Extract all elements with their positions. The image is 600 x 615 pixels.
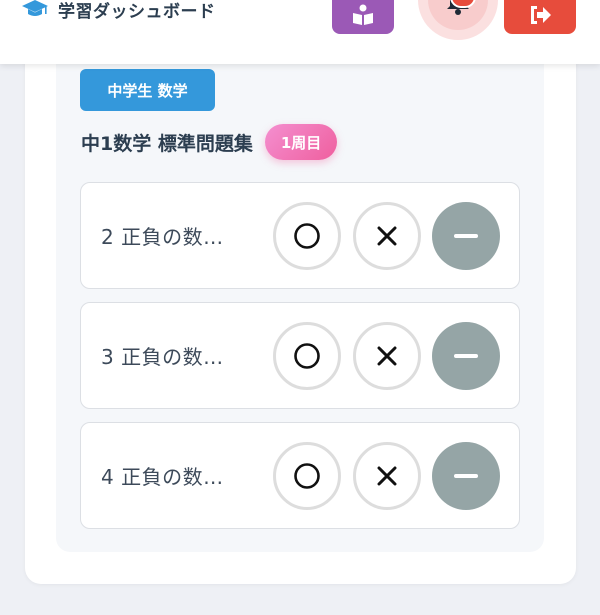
graduation-cap-icon — [22, 0, 48, 16]
app-title: 学習ダッシュボード — [58, 1, 216, 22]
circle-mark-icon — [294, 343, 320, 369]
minus-icon — [454, 474, 478, 478]
study-button[interactable] — [332, 0, 394, 34]
sign-out-icon — [531, 6, 551, 24]
minus-icon — [454, 354, 478, 358]
minus-icon — [454, 234, 478, 238]
question-row: 2 正負の数… — [80, 182, 520, 289]
question-label: 3 正負の数… — [101, 345, 224, 369]
wrong-button[interactable] — [353, 202, 421, 270]
round-badge: 1周目 — [264, 124, 338, 160]
skip-button[interactable] — [432, 202, 500, 270]
logout-button[interactable] — [504, 0, 576, 34]
subject-badge: 中学生 数学 — [80, 69, 215, 111]
question-row: 3 正負の数… — [80, 302, 520, 409]
skip-button[interactable] — [432, 322, 500, 390]
wrong-button[interactable] — [353, 442, 421, 510]
book-reader-icon — [353, 4, 373, 25]
question-row: 4 正負の数… — [80, 422, 520, 529]
book-title: 中1数学 標準問題集 — [81, 132, 253, 155]
question-label: 2 正負の数… — [101, 225, 224, 249]
correct-button[interactable] — [273, 442, 341, 510]
cross-mark-icon — [377, 346, 397, 366]
app-header: 学習ダッシュボード — [0, 0, 600, 64]
circle-mark-icon — [294, 463, 320, 489]
circle-mark-icon — [294, 223, 320, 249]
brand[interactable]: 学習ダッシュボード — [22, 0, 216, 22]
correct-button[interactable] — [273, 202, 341, 270]
wrong-button[interactable] — [353, 322, 421, 390]
cross-mark-icon — [377, 226, 397, 246]
question-label: 4 正負の数… — [101, 465, 224, 489]
cross-mark-icon — [377, 466, 397, 486]
book-header: 中1数学 標準問題集 1周目 — [81, 124, 338, 160]
correct-button[interactable] — [273, 322, 341, 390]
skip-button[interactable] — [432, 442, 500, 510]
